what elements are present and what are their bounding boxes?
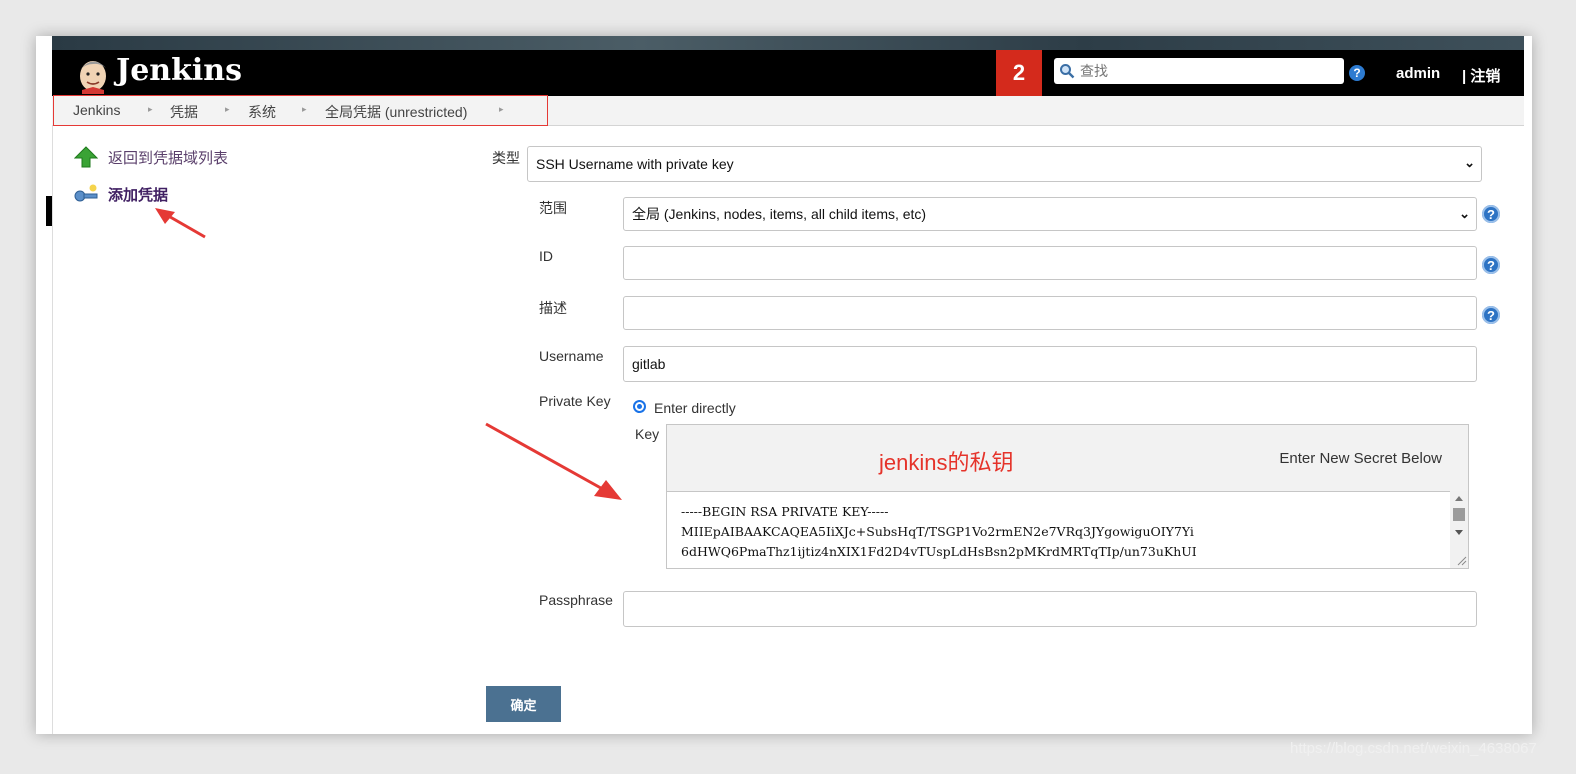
id-field[interactable] bbox=[623, 246, 1477, 280]
browser-frame: Jenkins 2 ? admin | 注销 Jenkins ▸ 凭据 ▸ 系统… bbox=[36, 36, 1532, 734]
user-link[interactable]: admin bbox=[1396, 65, 1440, 82]
add-credential-link[interactable]: 添加凭据 bbox=[74, 183, 168, 205]
passphrase-field[interactable] bbox=[623, 591, 1477, 627]
enter-directly-radio[interactable] bbox=[633, 400, 646, 413]
enter-new-secret-label: Enter New Secret Below bbox=[1279, 450, 1442, 467]
username-label: Username bbox=[539, 348, 604, 364]
help-icon[interactable]: ? bbox=[1349, 65, 1365, 81]
scope-select[interactable]: 全局 (Jenkins, nodes, items, all child ite… bbox=[623, 197, 1477, 231]
scope-label: 范围 bbox=[539, 200, 567, 216]
left-edge-panel bbox=[36, 50, 53, 734]
chevron-down-icon: ⌄ bbox=[1459, 206, 1470, 221]
key-secret-box: jenkins的私钥 Enter New Secret Below -----B… bbox=[666, 424, 1469, 569]
search-icon bbox=[1060, 64, 1075, 79]
key-icon bbox=[74, 184, 98, 202]
key-annotation: jenkins的私钥 bbox=[879, 450, 1014, 475]
up-arrow-icon bbox=[74, 146, 98, 168]
submit-button[interactable]: 确定 bbox=[486, 686, 561, 722]
kind-select-value: SSH Username with private key bbox=[536, 156, 734, 172]
kind-label: 类型 bbox=[492, 150, 520, 166]
private-key-label: Private Key bbox=[539, 393, 611, 409]
enter-directly-label: Enter directly bbox=[654, 400, 736, 416]
notification-badge[interactable]: 2 bbox=[996, 50, 1042, 96]
description-label: 描述 bbox=[539, 300, 567, 316]
kind-select[interactable]: SSH Username with private key ⌄ bbox=[527, 146, 1482, 182]
jenkins-logo-icon bbox=[80, 61, 106, 94]
back-to-domains-link[interactable]: 返回到凭据域列表 bbox=[74, 146, 228, 168]
key-label: Key bbox=[635, 426, 660, 442]
passphrase-label: Passphrase bbox=[539, 592, 613, 608]
watermark: https://blog.csdn.net/weixin_4638067 bbox=[1290, 740, 1537, 757]
username-field-value: gitlab bbox=[632, 356, 666, 372]
description-field[interactable] bbox=[623, 296, 1477, 330]
username-field[interactable]: gitlab bbox=[623, 346, 1477, 382]
scrollbar-arrows-icon bbox=[1453, 496, 1467, 566]
annotation-arrow-icon bbox=[485, 422, 622, 500]
annotation-arrow-icon bbox=[155, 208, 206, 239]
scope-help-icon[interactable]: ? bbox=[1482, 205, 1500, 223]
private-key-textarea[interactable]: -----BEGIN RSA PRIVATE KEY----- MIIEpAIB… bbox=[667, 491, 1468, 568]
logout-link[interactable]: | 注销 bbox=[1462, 65, 1500, 86]
header-banner-strip bbox=[52, 36, 1524, 50]
search-input[interactable] bbox=[1078, 62, 1332, 80]
back-to-domains-label: 返回到凭据域列表 bbox=[108, 149, 229, 167]
jenkins-header: Jenkins 2 ? admin | 注销 bbox=[52, 50, 1524, 96]
id-label: ID bbox=[539, 248, 553, 264]
scope-select-value: 全局 (Jenkins, nodes, items, all child ite… bbox=[632, 206, 927, 222]
jenkins-logo-text[interactable]: Jenkins bbox=[116, 53, 242, 88]
search-box[interactable] bbox=[1054, 58, 1344, 84]
add-credential-label: 添加凭据 bbox=[108, 186, 169, 204]
textarea-scrollbar[interactable] bbox=[1450, 491, 1468, 568]
chevron-down-icon: ⌄ bbox=[1464, 155, 1475, 170]
id-help-icon[interactable]: ? bbox=[1482, 256, 1500, 274]
breadcrumb-highlight-box bbox=[53, 95, 548, 126]
description-help-icon[interactable]: ? bbox=[1482, 306, 1500, 324]
